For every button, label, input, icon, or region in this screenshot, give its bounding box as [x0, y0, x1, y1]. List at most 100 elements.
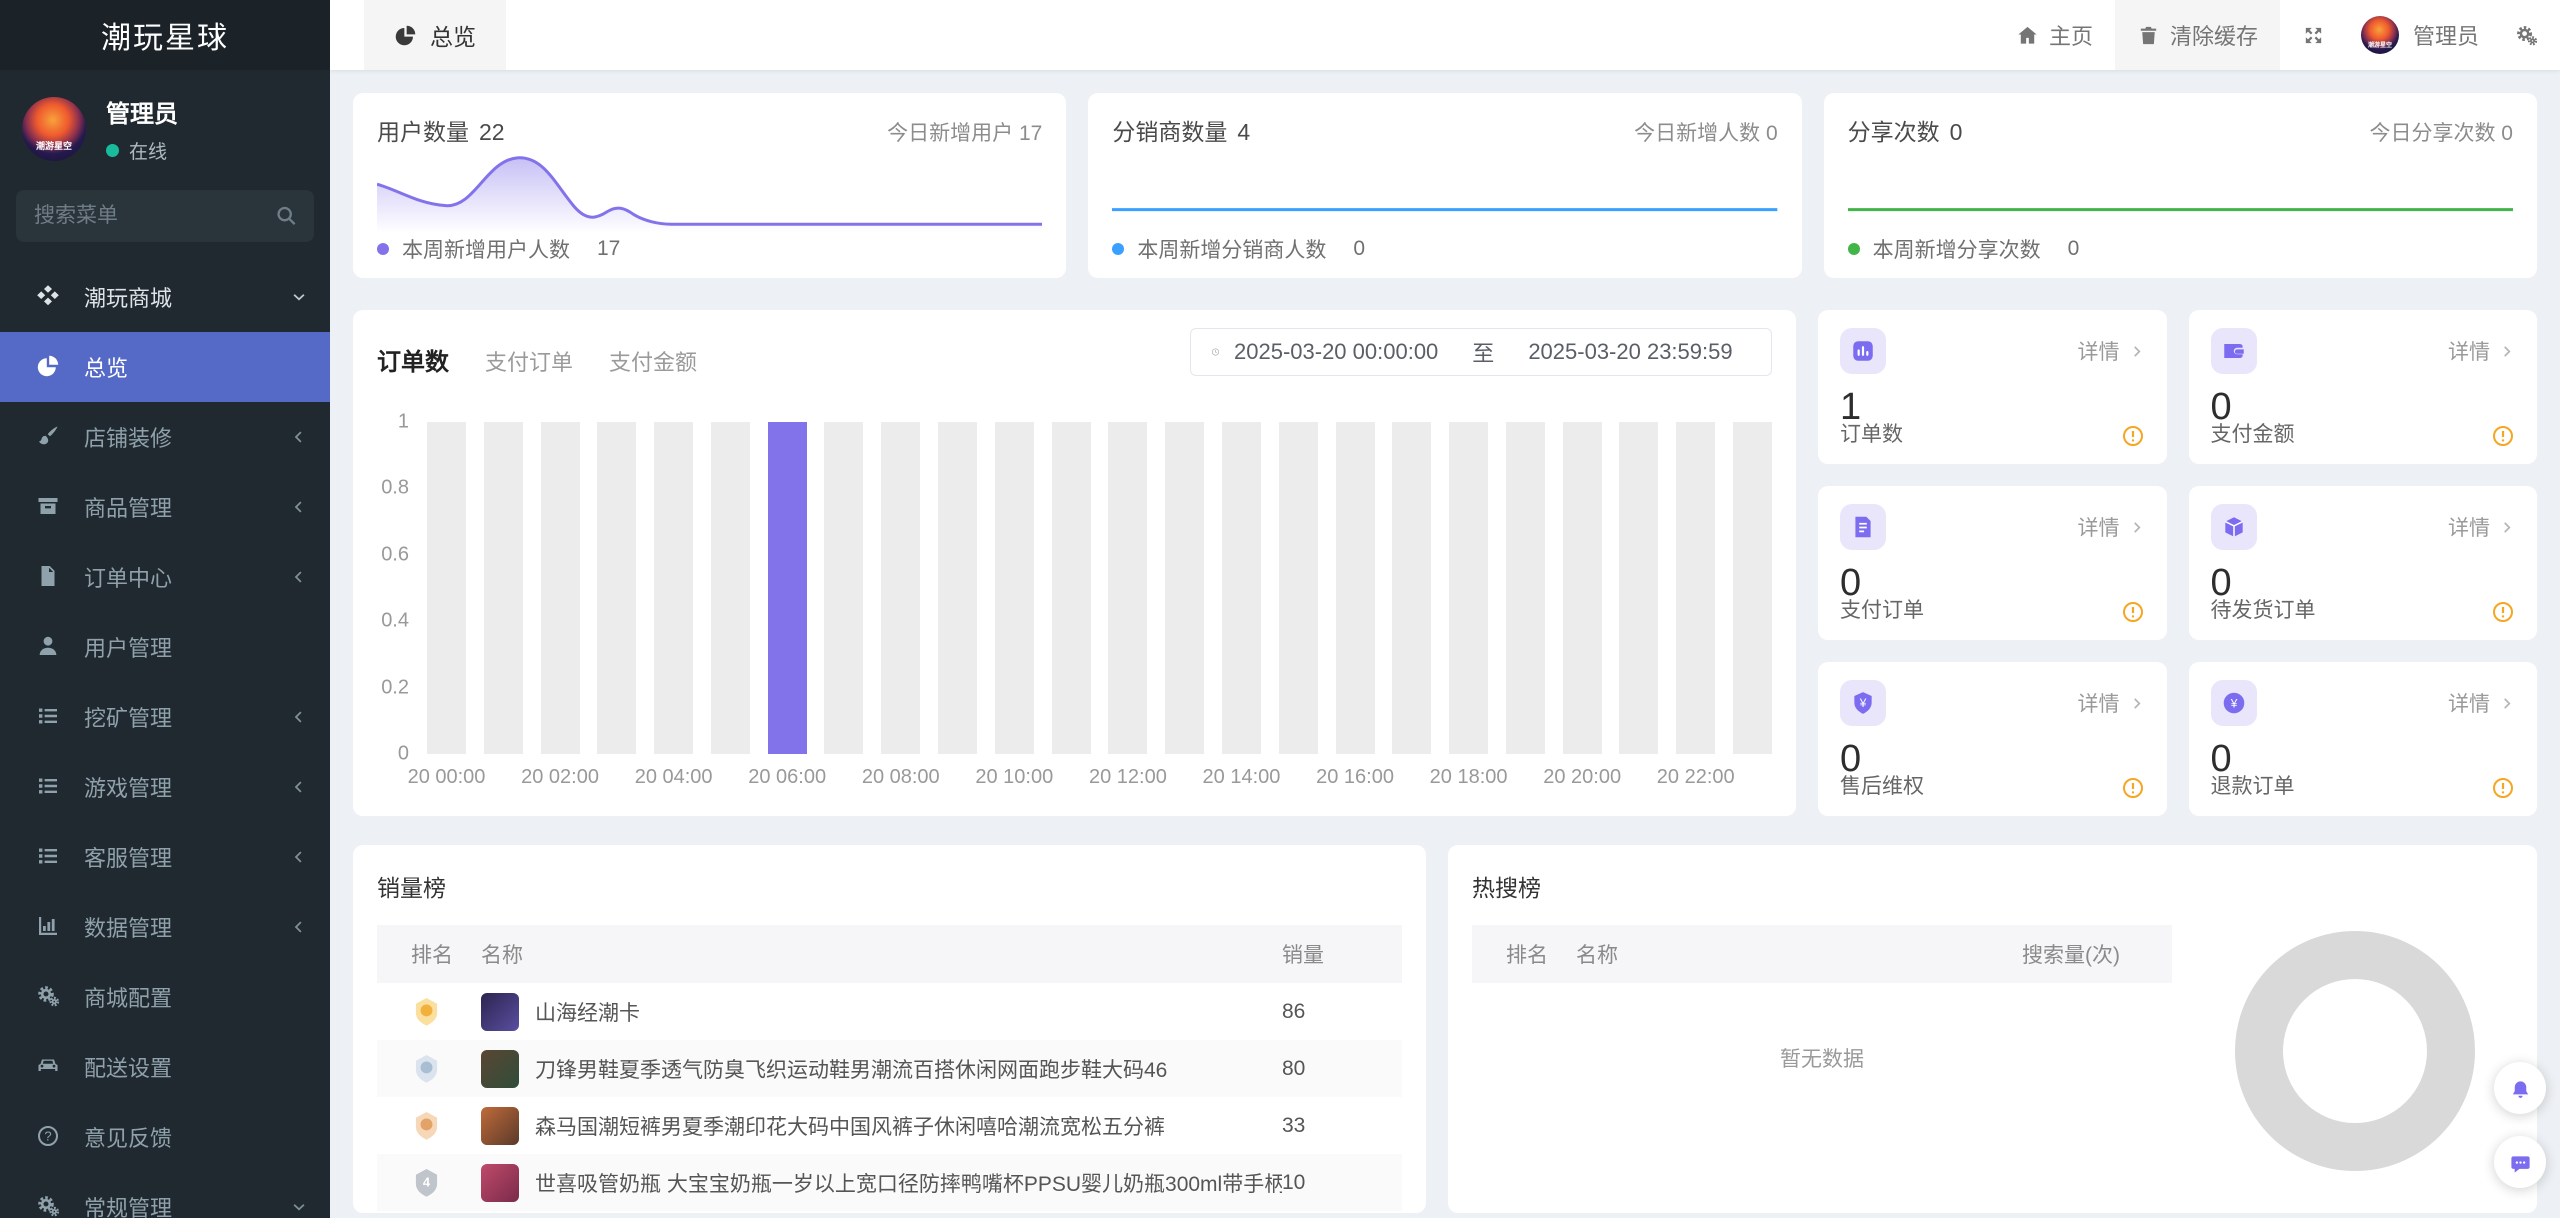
home-label: 主页 [2049, 19, 2093, 51]
sidebar-item-overview[interactable]: 总览 [0, 332, 330, 402]
sidebar-item-goods[interactable]: 商品管理 [0, 472, 330, 542]
bar-hour-6 [768, 422, 807, 754]
stat-week: 本周新增分销商人数0 [1112, 234, 1365, 264]
expand-icon [2302, 24, 2325, 47]
kpi-detail-link[interactable]: 详情 [2078, 336, 2145, 366]
bar-hour-16 [1336, 422, 1375, 754]
sales-row-4[interactable]: 4世喜吸管奶瓶 大宝宝奶瓶一岁以上宽口径防摔鸭嘴杯PPSU婴儿奶瓶300ml带手… [377, 1154, 1402, 1211]
order-chart-tab-2[interactable]: 支付金额 [609, 345, 697, 377]
warning-icon[interactable] [2491, 600, 2515, 624]
legend-dot-icon [1112, 243, 1124, 255]
warning-icon[interactable] [2491, 424, 2515, 448]
stat-today: 今日新增用户 17 [887, 117, 1042, 147]
warning-icon[interactable] [2491, 776, 2515, 800]
sales-rank-card: 销量榜 排名 名称 销量 山海经潮卡86刀锋男鞋夏季透气防臭飞织运动鞋男潮流百搭… [353, 845, 1426, 1213]
settings-button[interactable] [2493, 0, 2560, 70]
app-title: 潮玩星球 [0, 0, 330, 70]
sidebar-item-mining[interactable]: 挖矿管理 [0, 682, 330, 752]
warning-icon [2491, 600, 2515, 624]
search-icon [274, 204, 298, 227]
chat-fab[interactable] [2494, 1136, 2546, 1188]
sales-row-3[interactable]: 森马国潮短裤男夏季潮印花大码中国风裤子休闲嘻哈潮流宽松五分裤33 [377, 1097, 1402, 1154]
sales-row-1[interactable]: 山海经潮卡86 [377, 983, 1402, 1040]
topbar-username: 管理员 [2413, 19, 2479, 51]
box-icon [36, 494, 60, 518]
product-name: 刀锋男鞋夏季透气防臭飞织运动鞋男潮流百搭休闲网面跑步鞋大码46 [535, 1054, 1167, 1084]
avatar-logo-text: 潮游星空 [2361, 40, 2399, 49]
sidebar-item-label: 意见反馈 [84, 1121, 308, 1153]
sidebar-item-feedback[interactable]: ? 意见反馈 [0, 1102, 330, 1172]
sales-value: 80 [1282, 1057, 1402, 1081]
sidebar-item-games[interactable]: 游戏管理 [0, 752, 330, 822]
warning-icon [2121, 424, 2145, 448]
bar-hour-22 [1676, 422, 1715, 754]
sidebar-item-data[interactable]: 数据管理 [0, 892, 330, 962]
notifications-fab[interactable] [2494, 1062, 2546, 1114]
sidebar-item-label: 常规管理 [84, 1191, 290, 1218]
menu-search-input[interactable] [16, 190, 314, 242]
warning-icon[interactable] [2121, 424, 2145, 448]
pie-chart-icon [394, 24, 417, 47]
sidebar-item-order-center[interactable]: 订单中心 [0, 542, 330, 612]
sidebar-item-delivery[interactable]: 配送设置 [0, 1032, 330, 1102]
kpi-badge [2211, 504, 2257, 550]
warning-icon[interactable] [2121, 600, 2145, 624]
user-menu[interactable]: 潮游星空 管理员 [2347, 0, 2493, 70]
bars [427, 422, 1772, 754]
sidebar: 潮玩星球 潮游星空 管理员 在线 潮玩商城总览店铺装修商品管理订单中心用户管理挖… [0, 0, 330, 1218]
col-rank: 排名 [377, 939, 481, 969]
sidebar-item-shop-decor[interactable]: 店铺装修 [0, 402, 330, 472]
sidebar-item-mall[interactable]: 潮玩商城 [0, 262, 330, 332]
clear-cache-button[interactable]: 清除缓存 [2115, 0, 2280, 70]
kpi-detail-link[interactable]: 详情 [2448, 336, 2515, 366]
bar-hour-10 [995, 422, 1034, 754]
stat-week: 本周新增用户人数17 [377, 234, 620, 264]
store-icon [36, 284, 60, 308]
product-name: 世喜吸管奶瓶 大宝宝奶瓶一岁以上宽口径防摔鸭嘴杯PPSU婴儿奶瓶300ml带手柄… [535, 1168, 1282, 1198]
sidebar-item-service[interactable]: 客服管理 [0, 822, 330, 892]
bar-hour-13 [1165, 422, 1204, 754]
question-icon: ? [36, 1124, 60, 1148]
kpi-card-1: 详情0支付金额 [2189, 310, 2538, 464]
kpi-refund-icon: ¥ [2221, 690, 2247, 716]
sidebar-item-users[interactable]: 用户管理 [0, 612, 330, 682]
bar-hour-3 [597, 422, 636, 754]
brush-icon [36, 424, 60, 448]
order-chart-tab-0[interactable]: 订单数 [377, 342, 449, 377]
kpi-detail-link[interactable]: 详情 [2448, 512, 2515, 542]
tab-overview[interactable]: 总览 [364, 0, 506, 70]
kpi-detail-link[interactable]: 详情 [2078, 688, 2145, 718]
fullscreen-button[interactable] [2280, 0, 2347, 70]
bar-hour-4 [654, 422, 693, 754]
sparkline-chart [1112, 151, 1777, 233]
sales-value: 10 [1282, 1171, 1402, 1195]
chev-right-icon [2128, 343, 2145, 360]
search-icon [274, 204, 298, 227]
stat-title: 分享次数0 [1848, 113, 1963, 147]
kpi-detail-link[interactable]: 详情 [2078, 512, 2145, 542]
profile-name: 管理员 [106, 94, 178, 129]
chev-left-icon [290, 428, 308, 446]
kpi-detail-link[interactable]: 详情 [2448, 688, 2515, 718]
list-icon [36, 774, 60, 798]
profile-status: 在线 [129, 137, 167, 164]
x-axis-labels: 20 00:0020 02:0020 04:0020 06:0020 08:00… [427, 754, 1772, 794]
bell-icon [2509, 1077, 2532, 1104]
list-icon [36, 844, 60, 868]
stat-card-1: 分销商数量4今日新增人数 0本周新增分销商人数0 [1088, 93, 1801, 278]
home-link[interactable]: 主页 [1994, 0, 2115, 70]
sidebar-item-mall-config[interactable]: 商城配置 [0, 962, 330, 1032]
y-tick: 0.8 [381, 477, 409, 500]
sidebar-item-label: 商城配置 [84, 981, 308, 1013]
sales-row-2[interactable]: 刀锋男鞋夏季透气防臭飞织运动鞋男潮流百搭休闲网面跑步鞋大码46 80 [377, 1040, 1402, 1097]
sidebar-toggle-button[interactable] [330, 24, 364, 47]
warning-icon[interactable] [2121, 776, 2145, 800]
order-chart-tab-1[interactable]: 支付订单 [485, 345, 573, 377]
gears-icon [36, 984, 60, 1008]
date-range-picker[interactable]: 2025-03-20 00:00:00 至 2025-03-20 23:59:5… [1190, 328, 1772, 376]
fullscreen-icon [2302, 24, 2325, 47]
sidebar-item-general[interactable]: 常规管理 [0, 1172, 330, 1218]
bar-hour-1 [484, 422, 523, 754]
y-axis-ticks: 10.80.60.40.20 [377, 422, 413, 754]
sidebar-item-label: 游戏管理 [84, 771, 290, 803]
